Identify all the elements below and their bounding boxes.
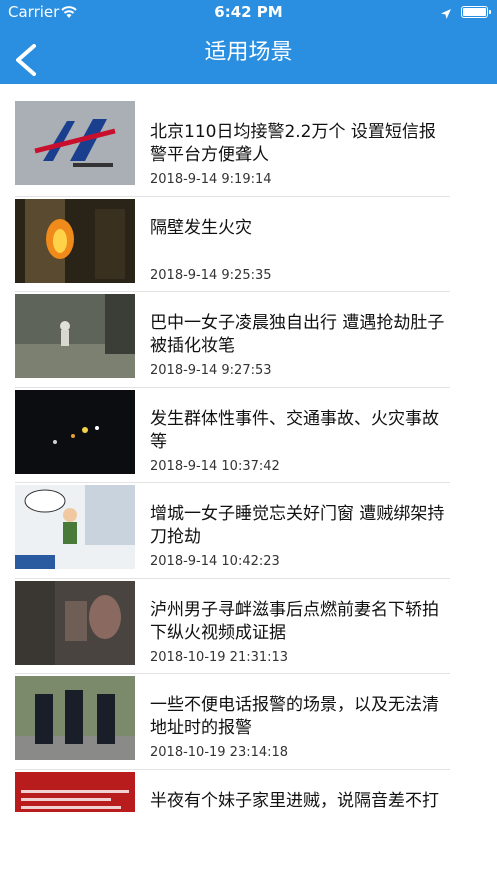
- red-banner-thumbnail: [15, 771, 135, 812]
- list-item[interactable]: 泸州男子寻衅滋事后点燃前妻名下轿拍下纵火视频成证据 2018-10-19 21:…: [0, 579, 497, 674]
- status-time: 6:42 PM: [214, 3, 283, 21]
- item-title: 发生群体性事件、交通事故、火灾事故等: [150, 408, 439, 452]
- item-date: 2018-9-14 9:19:14: [150, 172, 272, 187]
- status-bar: Carrier 6:42 PM: [0, 0, 497, 26]
- item-date: 2018-9-14 10:42:23: [150, 554, 280, 569]
- navigation-bar: Carrier 6:42 PM 适用场景: [0, 0, 497, 84]
- list-item[interactable]: 北京110日均接警2.2万个 设置短信报警平台方便聋人 2018-9-14 9:…: [0, 101, 497, 197]
- item-date: 2018-9-14 9:27:53: [150, 363, 272, 378]
- item-title: 增城一女子睡觉忘关好门窗 遭贼绑架持刀抢劫: [150, 504, 445, 547]
- location-arrow-icon: [440, 5, 452, 24]
- list-item[interactable]: 隔壁发生火灾 2018-9-14 9:25:35: [0, 197, 497, 292]
- item-date: 2018-10-19 21:31:13: [150, 649, 289, 665]
- item-date: 2018-9-14 10:37:42: [150, 458, 280, 474]
- police-logo-thumbnail: [15, 101, 135, 185]
- item-date: 2018-10-19 23:14:18: [150, 745, 289, 760]
- night-scene-thumbnail: [15, 389, 135, 474]
- street-photo-thumbnail: [15, 294, 135, 378]
- page-title: 适用场景: [204, 40, 293, 65]
- item-title: 隔壁发生火灾: [150, 217, 252, 238]
- list-item[interactable]: 半夜有个妹子家里进贼，说隔音差不打电话报警: [0, 770, 497, 812]
- item-title: 半夜有个妹子家里进贼，说隔音差不打电话报警: [150, 790, 439, 811]
- police-officers-thumbnail: [15, 676, 135, 760]
- fire-photo-thumbnail: [15, 198, 135, 283]
- cartoon-thumbnail: [15, 485, 135, 569]
- video-still-thumbnail: [15, 580, 135, 665]
- item-date: 2018-9-14 9:25:35: [150, 267, 272, 283]
- item-title: 巴中一女子凌晨独自出行 遭遇抢劫肚子被插化妆笔: [150, 313, 445, 356]
- item-title: 北京110日均接警2.2万个 设置短信报警平台方便聋人: [150, 122, 436, 165]
- scenario-list[interactable]: 北京110日均接警2.2万个 设置短信报警平台方便聋人 2018-9-14 9:…: [0, 84, 497, 812]
- item-title: 泸州男子寻衅滋事后点燃前妻名下轿拍下纵火视频成证据: [150, 599, 439, 643]
- list-item[interactable]: 增城一女子睡觉忘关好门窗 遭贼绑架持刀抢劫 2018-9-14 10:42:23: [0, 483, 497, 579]
- item-title: 一些不便电话报警的场景，以及无法清地址时的报警: [150, 695, 439, 738]
- list-item[interactable]: 巴中一女子凌晨独自出行 遭遇抢劫肚子被插化妆笔 2018-9-14 9:27:5…: [0, 292, 497, 388]
- list-item[interactable]: 发生群体性事件、交通事故、火灾事故等 2018-9-14 10:37:42: [0, 388, 497, 483]
- list-item[interactable]: 一些不便电话报警的场景，以及无法清地址时的报警 2018-10-19 23:14…: [0, 674, 497, 770]
- battery-icon: [461, 6, 491, 18]
